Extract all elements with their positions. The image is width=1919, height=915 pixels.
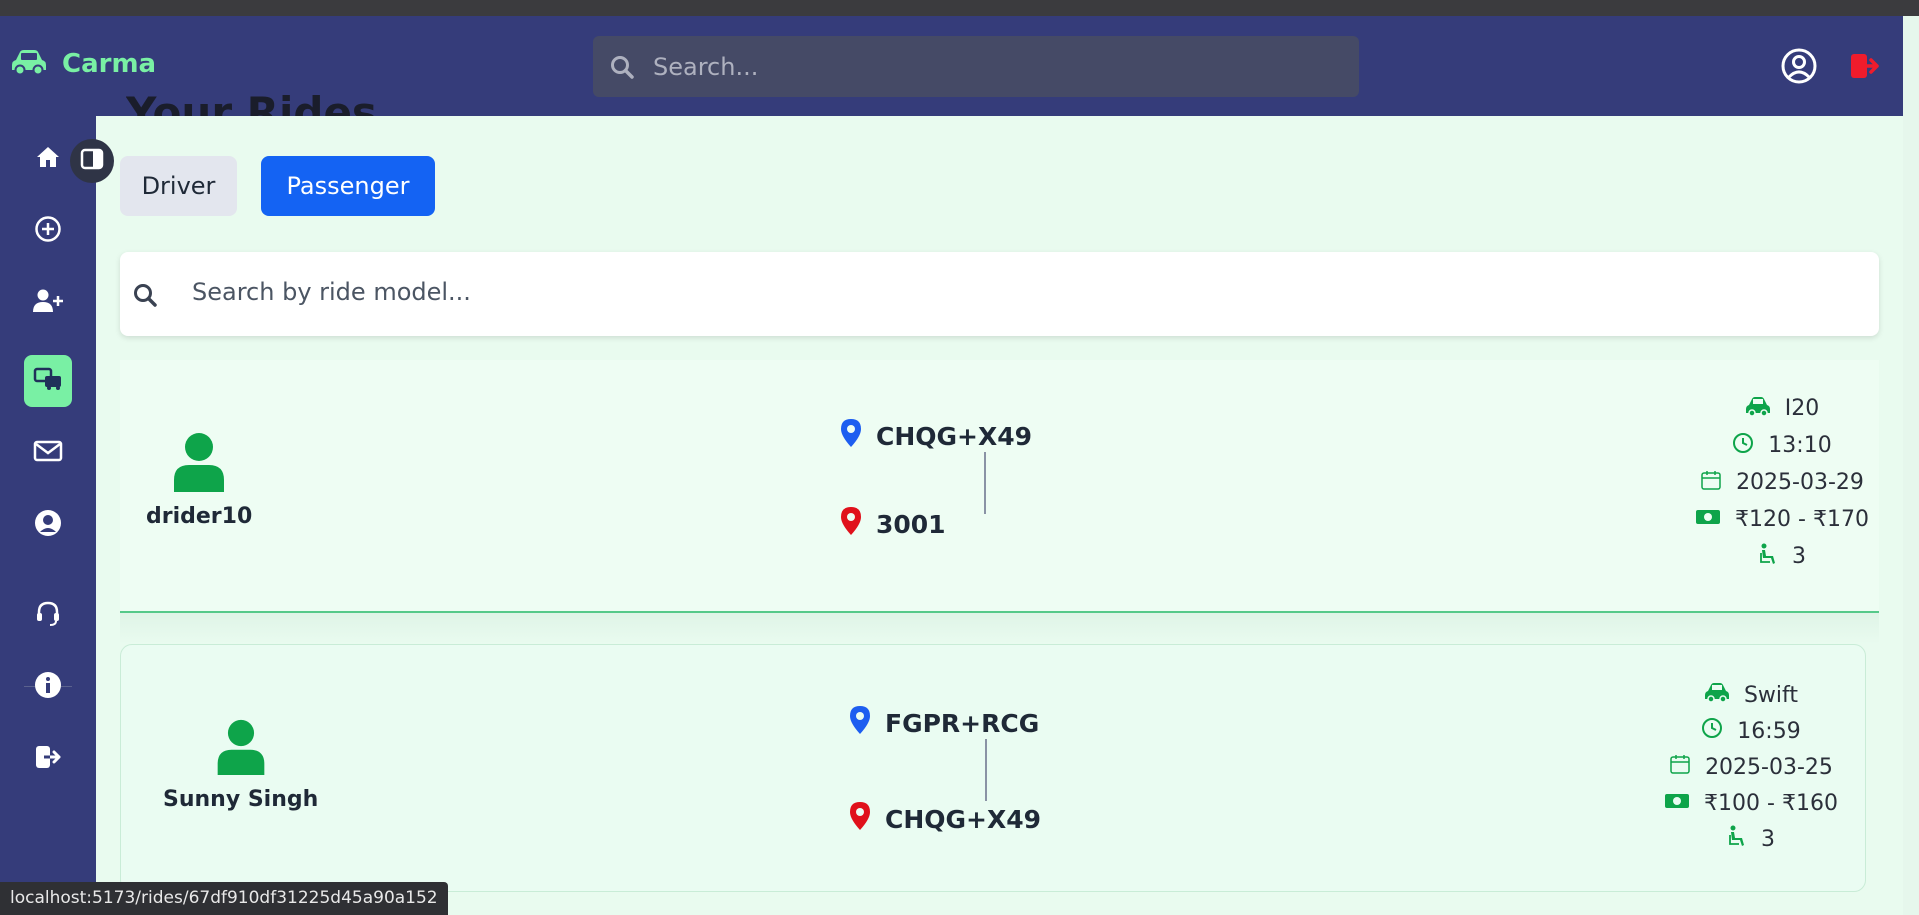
user-plus-icon	[32, 288, 64, 318]
ride-time: 13:10	[1692, 427, 1872, 464]
mail-icon	[33, 439, 63, 467]
ride-card[interactable]: drider10 CHQG+X49 3001 I20 13:10 2025-03…	[120, 360, 1879, 613]
ride-time-text: 13:10	[1768, 433, 1832, 458]
tab-passenger[interactable]: Passenger	[261, 156, 435, 216]
home-icon	[35, 145, 61, 173]
ride-seats-text: 3	[1761, 826, 1775, 852]
money-icon	[1695, 507, 1721, 532]
ride-time: 16:59	[1661, 713, 1841, 749]
tab-driver[interactable]: Driver	[120, 156, 237, 216]
sidebar-toggle-icon	[80, 148, 104, 174]
car-icon	[1704, 682, 1730, 708]
ride-date-text: 2025-03-25	[1705, 754, 1833, 780]
map-pin-red-icon	[849, 801, 871, 837]
sidebar-item-profile[interactable]	[24, 499, 72, 551]
user-name: Sunny Singh	[163, 787, 319, 812]
route-origin: FGPR+RCG	[849, 705, 1041, 741]
ride-price-text: ₹100 - ₹160	[1704, 790, 1838, 816]
map-pin-blue-icon	[840, 418, 862, 454]
ride-user: Sunny Singh	[163, 719, 318, 812]
sidebar-item-add-user[interactable]	[24, 277, 72, 329]
sidebar-item-messages[interactable]	[24, 427, 72, 479]
plus-circle-icon	[34, 215, 62, 247]
ride-price-text: ₹120 - ₹170	[1735, 507, 1869, 532]
ride-date: 2025-03-29	[1692, 464, 1872, 501]
sidebar-item-rides[interactable]	[24, 355, 72, 407]
sidebar-collapse-button[interactable]	[70, 139, 114, 183]
ride-user: drider10	[146, 432, 252, 529]
info-icon	[34, 671, 62, 703]
ride-details: Swift 16:59 2025-03-25 ₹100 - ₹160 3	[1661, 677, 1841, 857]
car-icon	[10, 48, 48, 80]
ride-route: FGPR+RCG CHQG+X49	[849, 705, 1041, 837]
search-icon	[609, 54, 635, 84]
route-connector	[984, 452, 986, 514]
ride-model: I20	[1692, 390, 1872, 427]
user-icon	[34, 509, 62, 541]
seat-icon	[1758, 543, 1778, 571]
page-title: Your Rides	[126, 88, 377, 116]
user-avatar-icon	[172, 433, 226, 496]
route-origin-text: FGPR+RCG	[885, 708, 1040, 738]
sidebar-item-home[interactable]	[24, 133, 72, 185]
ride-seats: 3	[1692, 538, 1872, 575]
route-origin: CHQG+X49	[840, 418, 1032, 454]
global-search-input[interactable]: Search...	[593, 36, 1359, 97]
calendar-icon	[1669, 753, 1691, 781]
ride-seats: 3	[1661, 821, 1841, 857]
ride-seats-text: 3	[1792, 544, 1806, 569]
headset-icon	[34, 599, 62, 631]
route-destination: CHQG+X49	[849, 801, 1041, 837]
route-destination-text: CHQG+X49	[885, 804, 1042, 834]
route-destination: 3001	[840, 506, 1032, 542]
ride-model: Swift	[1661, 677, 1841, 713]
route-destination-text: 3001	[876, 509, 946, 539]
sidebar-item-support[interactable]	[24, 589, 72, 641]
sidebar-item-about[interactable]	[24, 661, 72, 713]
ride-price: ₹120 - ₹170	[1692, 501, 1872, 538]
logout-icon[interactable]	[1849, 51, 1883, 85]
browser-status-url: localhost:5173/rides/67df910df31225d45a9…	[0, 882, 448, 915]
logout-icon	[34, 744, 62, 774]
ride-details: I20 13:10 2025-03-29 ₹120 - ₹170 3	[1692, 390, 1872, 575]
user-name: drider10	[146, 504, 253, 529]
cars-icon	[33, 367, 63, 395]
car-icon	[1745, 396, 1771, 422]
browser-top-strip	[0, 0, 1919, 16]
calendar-icon	[1700, 469, 1722, 497]
card-divider-shadow	[120, 613, 1879, 644]
clock-icon	[1732, 432, 1754, 460]
ride-date: 2025-03-25	[1661, 749, 1841, 785]
page-scrollbar-track[interactable]	[1903, 16, 1919, 915]
map-pin-red-icon	[840, 506, 862, 542]
user-avatar-icon	[215, 719, 267, 779]
search-icon	[132, 282, 158, 312]
sidebar-item-create-ride[interactable]	[24, 205, 72, 257]
global-search-placeholder: Search...	[653, 53, 759, 81]
seat-icon	[1727, 825, 1747, 853]
user-circle-icon[interactable]	[1781, 48, 1817, 88]
ride-model-text: I20	[1784, 396, 1820, 421]
route-connector	[985, 739, 987, 801]
map-pin-blue-icon	[849, 705, 871, 741]
ride-search-placeholder: Search by ride model...	[192, 278, 471, 306]
ride-price: ₹100 - ₹160	[1661, 785, 1841, 821]
ride-card[interactable]: Sunny Singh FGPR+RCG CHQG+X49 Swift 16:5…	[120, 644, 1866, 892]
route-origin-text: CHQG+X49	[876, 421, 1033, 451]
ride-model-text: Swift	[1743, 682, 1799, 708]
ride-date-text: 2025-03-29	[1736, 470, 1864, 495]
clock-icon	[1701, 717, 1723, 745]
ride-route: CHQG+X49 3001	[840, 418, 1032, 542]
ride-time-text: 16:59	[1737, 718, 1801, 744]
ride-search-input[interactable]: Search by ride model...	[120, 252, 1879, 336]
money-icon	[1664, 791, 1690, 816]
sidebar-item-logout[interactable]	[24, 733, 72, 785]
sidebar	[0, 116, 96, 915]
